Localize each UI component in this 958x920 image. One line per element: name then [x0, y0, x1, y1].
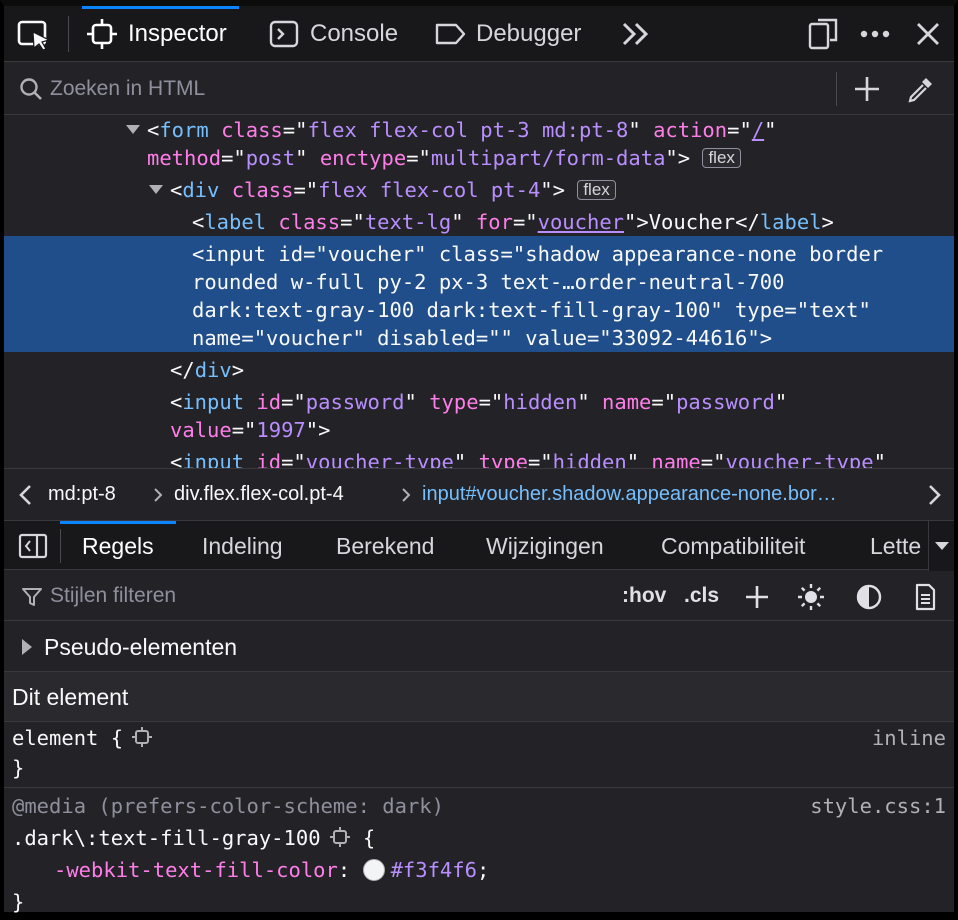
media-query: @media (prefers-color-scheme: dark)	[12, 794, 444, 818]
close-icon[interactable]	[912, 18, 944, 50]
selected-node-line: name="voucher" disabled="" value="33092-…	[192, 326, 773, 350]
chevron-right-icon	[402, 488, 411, 502]
property-name[interactable]: -webkit-text-fill-color	[54, 858, 338, 882]
tab-label: Inspector	[128, 20, 227, 47]
expand-twisty-icon	[22, 639, 32, 655]
search-separator	[836, 72, 837, 106]
scroll-left-icon[interactable]	[16, 483, 36, 507]
sidebar-tabs: Regels Indeling Berekend Wijzigingen Com…	[4, 520, 954, 571]
cls-button[interactable]: .cls	[684, 584, 719, 608]
inspector-icon	[87, 19, 117, 49]
tab-compatibility[interactable]: Compatibiliteit	[661, 521, 805, 571]
element-rule[interactable]: element { inline }	[4, 722, 954, 788]
div-node[interactable]: <div class="flex flex-col pt-4"> flex	[170, 176, 616, 204]
section-title: Dit element	[12, 684, 129, 710]
devtools-toolbar: Inspector Console Debugger	[4, 6, 954, 62]
more-options-icon[interactable]	[856, 18, 894, 50]
collapse-twisty-icon[interactable]	[126, 125, 140, 134]
password-input-node[interactable]: <input id="password" type="hidden" name=…	[170, 388, 787, 416]
responsive-design-icon[interactable]	[806, 18, 840, 50]
add-node-icon[interactable]	[852, 74, 882, 104]
toggle-pane-icon[interactable]	[18, 533, 48, 559]
tab-inspector[interactable]: Inspector	[82, 6, 239, 62]
breadcrumb: md:pt-8 div.flex.flex-col.pt-4 input#vou…	[4, 468, 954, 520]
pseudo-elements-label: Pseudo-elementen	[44, 634, 238, 660]
label-node[interactable]: <label class="text-lg" for="voucher">Vou…	[192, 208, 834, 236]
tabs-separator	[60, 529, 61, 563]
breadcrumb-item[interactable]: md:pt-8	[48, 483, 116, 506]
breadcrumb-item-current[interactable]: input#voucher.shadow.appearance-none.bor…	[422, 483, 837, 506]
highlight-selector-icon[interactable]	[329, 826, 351, 848]
rule-open-brace: {	[362, 826, 376, 850]
chevron-down-icon	[935, 542, 949, 550]
print-media-icon[interactable]	[910, 582, 940, 612]
rules-filter-bar: :hov .cls	[4, 571, 954, 621]
add-rule-icon[interactable]	[742, 582, 772, 612]
more-tools-icon[interactable]	[618, 19, 652, 49]
property-value[interactable]: #f3f4f6	[391, 858, 477, 882]
this-element-header: Dit element	[4, 672, 954, 722]
rule-source-link[interactable]: style.css:1	[810, 794, 946, 818]
hov-button[interactable]: :hov	[622, 584, 666, 608]
voucher-type-input-node[interactable]: <input id="voucher-type" type="hidden" n…	[170, 448, 886, 468]
password-input-node-cont[interactable]: value="1997">	[170, 416, 330, 444]
toolbar-separator	[68, 16, 69, 52]
color-swatch[interactable]	[362, 859, 385, 881]
tab-layout[interactable]: Indeling	[202, 521, 283, 571]
div-close-node[interactable]: </div>	[170, 356, 244, 384]
devtools-window: Inspector Console Debugger Zoeken in HTM…	[0, 0, 958, 920]
eyedropper-icon[interactable]	[906, 74, 936, 104]
chevron-right-icon	[154, 488, 163, 502]
breadcrumb-item[interactable]: div.flex.flex-col.pt-4	[174, 483, 344, 506]
search-input[interactable]	[50, 72, 810, 106]
tab-console[interactable]: Console	[268, 6, 398, 62]
tab-changes[interactable]: Wijzigingen	[486, 521, 604, 571]
rule-source: inline	[871, 726, 946, 750]
markup-view[interactable]: <form class="flex flex-col pt-3 md:pt-8"…	[4, 116, 954, 468]
form-node-cont[interactable]: method="post" enctype="multipart/form-da…	[147, 144, 741, 172]
tab-debugger[interactable]: Debugger	[434, 6, 581, 62]
rule-close-brace: }	[12, 890, 25, 914]
selected-node-line: rounded w-full py-2 px-3 text-…order-neu…	[192, 270, 785, 294]
selected-node-line: <input id="voucher" class="shadow appear…	[192, 242, 884, 266]
tab-fonts[interactable]: Lette	[870, 521, 921, 571]
tab-label: Console	[310, 20, 399, 47]
debugger-icon	[435, 23, 466, 45]
rule-selector: .dark\:text-fill-gray-100	[12, 826, 321, 850]
collapse-twisty-icon[interactable]	[149, 185, 163, 194]
filter-styles-input[interactable]	[50, 580, 470, 612]
pseudo-elements-toggle[interactable]: Pseudo-elementen	[4, 622, 954, 672]
rule-close-brace: }	[12, 756, 25, 780]
search-icon	[20, 78, 42, 100]
flex-badge[interactable]: flex	[702, 148, 741, 168]
console-icon	[269, 20, 299, 48]
rule-selector: element {	[12, 726, 124, 750]
tabs-overflow-button[interactable]	[928, 521, 954, 571]
element-picker-icon[interactable]	[16, 18, 54, 52]
scroll-right-icon[interactable]	[924, 483, 944, 507]
rules-panel: Pseudo-elementen Dit element element { i…	[4, 622, 954, 914]
tab-label: Debugger	[476, 20, 582, 47]
tab-rules[interactable]: Regels	[60, 521, 176, 571]
selected-node-line: dark:text-gray-100 dark:text-fill-gray-1…	[192, 298, 871, 322]
media-rule[interactable]: @media (prefers-color-scheme: dark) styl…	[4, 788, 954, 918]
highlight-selector-icon[interactable]	[131, 726, 153, 748]
dark-scheme-icon[interactable]	[854, 582, 884, 612]
flex-badge[interactable]: flex	[577, 180, 616, 200]
filter-icon	[22, 588, 42, 606]
form-node[interactable]: <form class="flex flex-col pt-3 md:pt-8"…	[147, 116, 777, 144]
tab-computed[interactable]: Berekend	[336, 521, 434, 571]
html-search-bar	[4, 62, 954, 115]
declaration[interactable]: -webkit-text-fill-color: #f3f4f6;	[54, 858, 489, 882]
light-scheme-icon[interactable]	[796, 582, 826, 612]
